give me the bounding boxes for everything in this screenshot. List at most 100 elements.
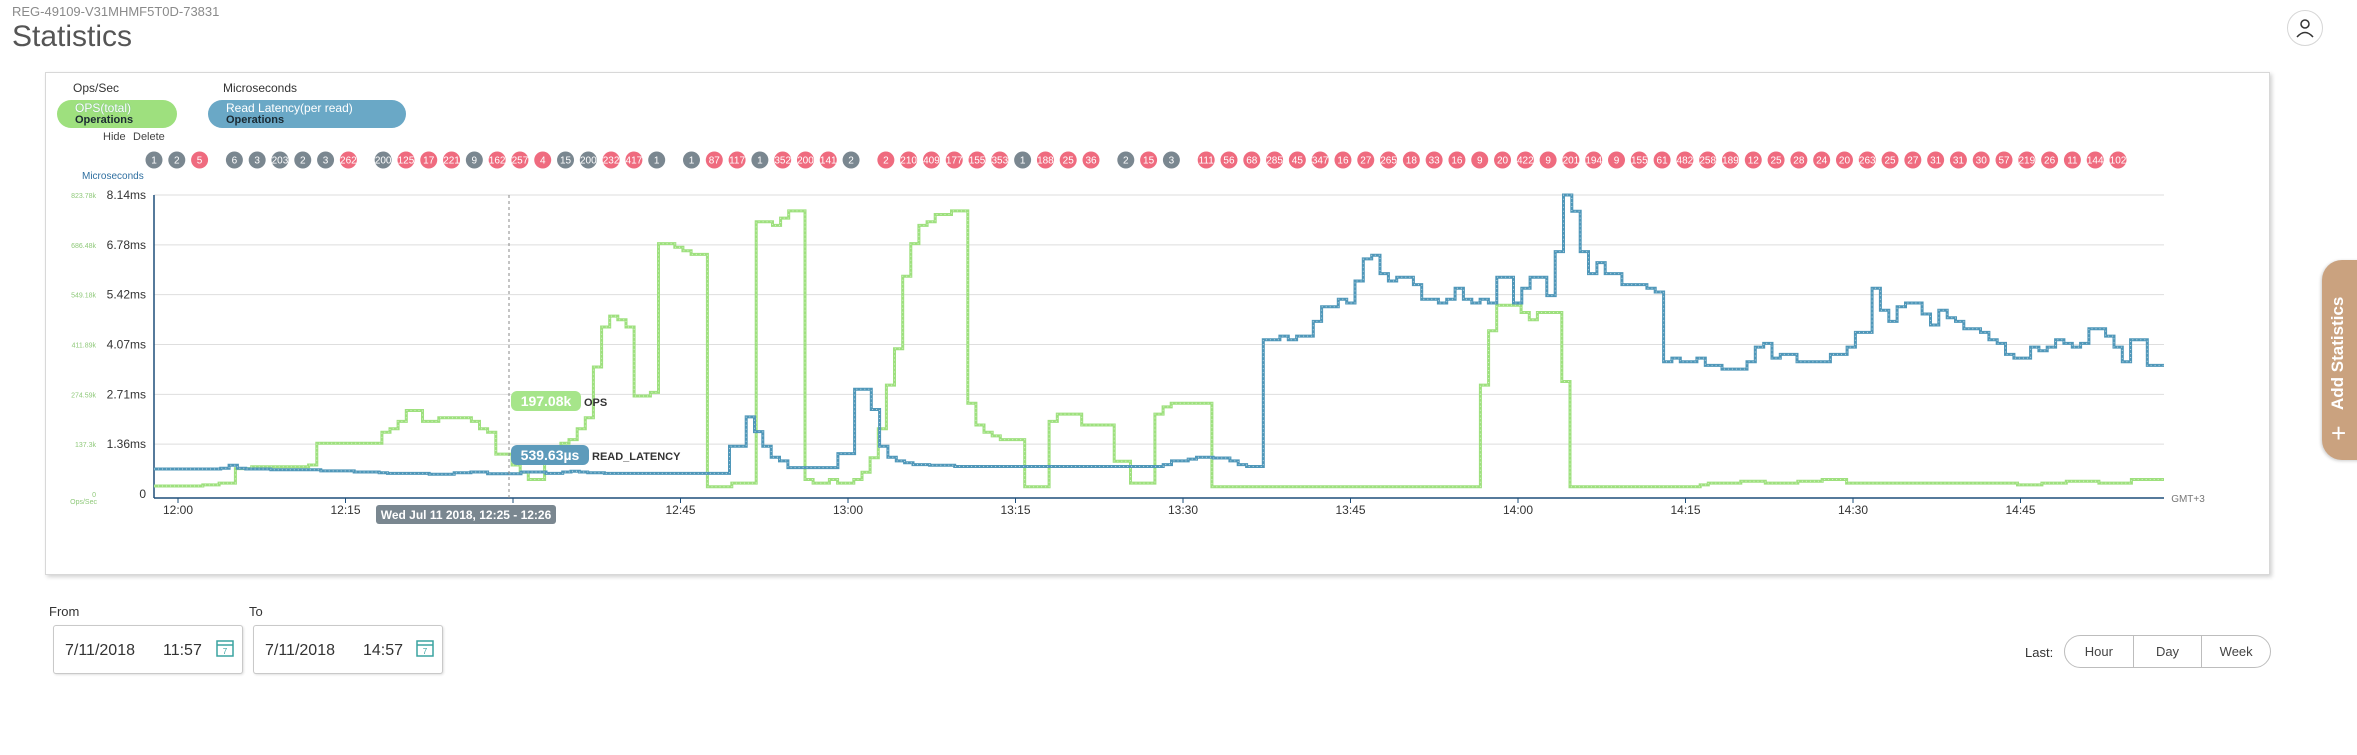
event-badge-label: 177 [946,156,963,167]
event-badge-label: 189 [1722,156,1739,167]
add-statistics-tab[interactable]: Add Statistics + [2322,260,2357,460]
ops-tick-label: 137.3k [75,442,97,449]
event-badge-label: 263 [1859,156,1876,167]
statistics-chart-card: Ops/Sec Microseconds OPS(total) Operatio… [45,72,2270,575]
ops-tick-label: 686.48k [71,243,96,250]
range-hour-button[interactable]: Hour [2065,636,2134,667]
event-badge-label: 210 [900,156,917,167]
event-badge-label: 31 [1953,156,1965,167]
plus-icon: + [2331,418,2347,448]
event-badge-label: 5 [197,156,203,167]
ops-tooltip-label: OPS [584,397,607,409]
from-time-value: 11:57 [163,642,202,659]
x-tick-label: 12:15 [330,503,360,517]
event-badge-label: 3 [1169,156,1175,167]
ops-tick-label: 411.89k [72,343,97,350]
event-badge-label: 68 [1246,156,1258,167]
from-date-field[interactable]: 7/11/2018 11:57 7 [53,625,243,674]
event-badge-label: 285 [1266,156,1283,167]
event-badge-label: 200 [797,156,814,167]
ops-axis-title: Ops/Sec [70,499,97,506]
user-icon [2296,19,2314,38]
event-badge-label: 262 [340,156,357,167]
from-label: From [49,604,80,619]
latency-axis-title: Microseconds [82,171,144,182]
statistics-chart[interactable]: 1 2 5 6 3 203 2 3 262 200 125 17 221 9 162 257 4 15 200 232… [46,73,2271,576]
latency-tooltip-label: READ_LATENCY [592,451,681,463]
to-date-field[interactable]: 7/11/2018 14:57 7 [253,625,443,674]
event-badge-label: 9 [1545,156,1551,167]
event-badge-label: 347 [1312,156,1329,167]
event-badge-label: 1 [151,156,157,167]
event-badge-label: 1 [654,156,660,167]
latency-tick-label: 2.71ms [107,387,146,401]
event-badge-label: 25 [1771,156,1783,167]
event-badge-label: 1 [1020,156,1026,167]
event-badge-label: 422 [1517,156,1534,167]
event-badge-label: 219 [2018,156,2035,167]
event-badge-label: 232 [603,156,620,167]
svg-text:7: 7 [423,647,428,656]
event-badge-label: 2 [883,156,889,167]
event-badge-label: 15 [1143,156,1155,167]
event-badge-label: 6 [232,156,238,167]
event-badge-label: 30 [1976,156,1988,167]
ops-tick-label: 549.18k [71,293,96,300]
x-tick-label: 13:15 [1000,503,1030,517]
latency-series-dots [154,194,2164,475]
event-badge-label: 200 [580,156,597,167]
event-badge-label: 16 [1451,156,1463,167]
event-badge-label: 162 [489,156,506,167]
range-buttons: Hour Day Week [2064,635,2271,668]
event-badge-label: 141 [820,156,837,167]
event-badge-label: 12 [1748,156,1760,167]
event-badge-label: 20 [1497,156,1509,167]
x-tick-label: 13:00 [833,503,863,517]
x-tick-label: 12:45 [665,503,695,517]
x-tick-label: 14:30 [1838,503,1868,517]
event-badge-label: 3 [254,156,260,167]
event-badge-label: 482 [1677,156,1694,167]
event-badge-label: 102 [2110,156,2127,167]
event-badge-label: 57 [1998,156,2010,167]
event-badge-label: 28 [1793,156,1805,167]
event-badge-label: 2 [848,156,854,167]
event-badge-label: 265 [1380,156,1397,167]
event-badge-label: 1 [757,156,763,167]
x-tick-label: 13:30 [1168,503,1198,517]
calendar-icon[interactable]: 7 [416,639,434,657]
svg-text:7: 7 [223,647,228,656]
ops-tick-label: 274.59k [71,392,96,399]
to-date-value: 7/11/2018 [265,642,335,659]
event-badge-label: 16 [1337,156,1349,167]
event-badge-label: 125 [398,156,415,167]
event-badge-label: 200 [375,156,392,167]
ops-tooltip-value: 197.08k [521,393,572,409]
event-badge-label: 33 [1429,156,1441,167]
event-badge-label: 45 [1292,156,1304,167]
event-badge-label: 155 [1631,156,1648,167]
page-title: Statistics [12,20,133,53]
event-badge-label: 20 [1839,156,1851,167]
hover-time-label: Wed Jul 11 2018, 12:25 - 12:26 [381,508,552,522]
event-badge-label: 1 [689,156,695,167]
calendar-icon[interactable]: 7 [216,639,234,657]
range-day-button[interactable]: Day [2134,636,2203,667]
event-badge-label: 9 [1477,156,1483,167]
event-badge-label: 25 [1063,156,1075,167]
event-badge-label: 353 [991,156,1008,167]
ops-series-dots [154,210,2164,488]
range-week-button[interactable]: Week [2202,636,2270,667]
event-badge-label: 11 [2067,156,2078,167]
event-badge-label: 15 [560,156,572,167]
event-badge-label: 26 [2044,156,2056,167]
user-menu-button[interactable] [2287,10,2323,46]
event-badge-label: 111 [1199,156,1215,167]
event-badge-label: 17 [423,156,435,167]
event-badge-label: 352 [774,156,791,167]
event-badge-label: 27 [1907,156,1919,167]
event-badge-label: 257 [512,156,529,167]
event-badge-label: 221 [443,156,460,167]
event-badge-label: 144 [2087,156,2104,167]
event-badge-label: 117 [729,156,745,167]
